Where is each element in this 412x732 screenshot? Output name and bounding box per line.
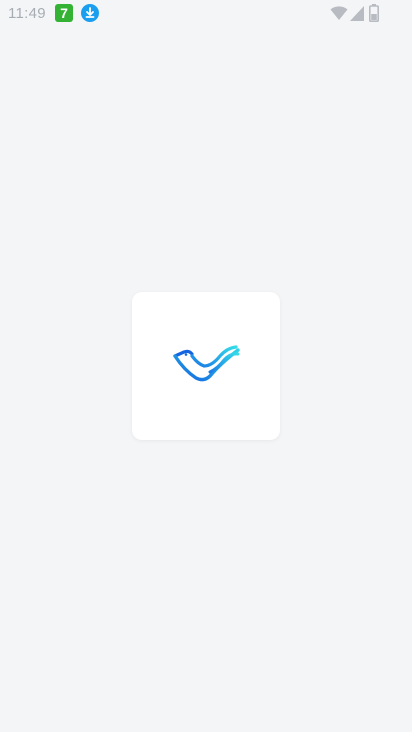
wifi-icon [330,6,348,20]
battery-icon [369,4,379,22]
status-time: 11:49 [8,5,46,22]
download-icon [81,4,99,22]
notification-app-badge: 7 [55,4,73,22]
bird-wave-logo-icon [173,345,240,382]
status-bar: 11:49 7 [0,0,412,28]
splash-logo-card [132,292,280,440]
splash-screen: 11:49 7 [0,0,412,732]
signal-icon [350,6,364,21]
